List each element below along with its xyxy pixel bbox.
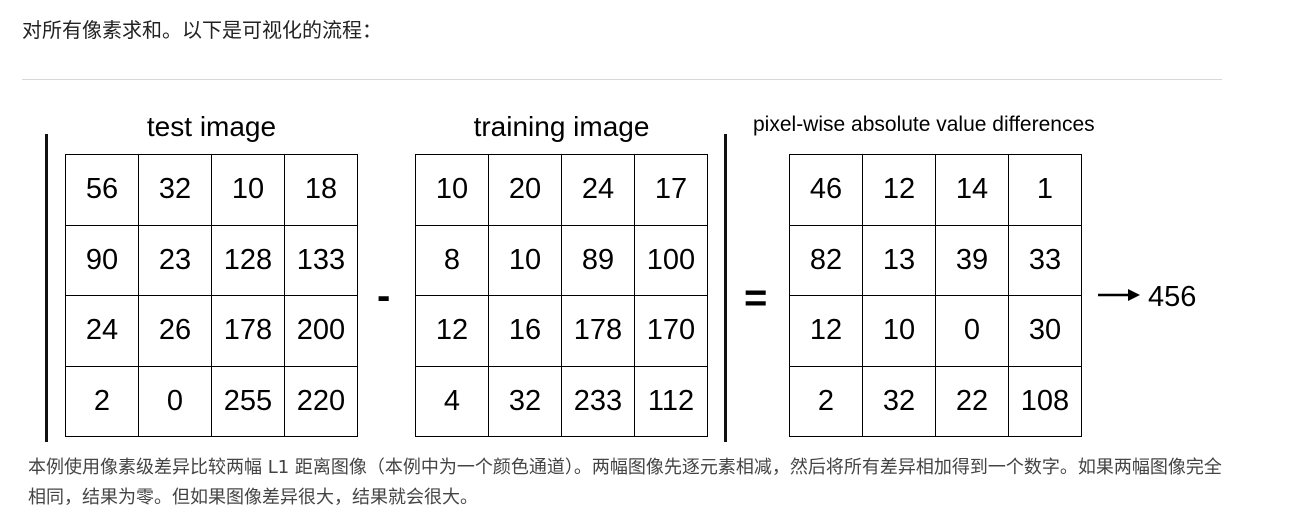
grid-cell: 178 bbox=[212, 296, 285, 367]
grid-cell: 2 bbox=[66, 366, 139, 437]
grid-cell: 12 bbox=[863, 155, 936, 226]
grid-cell: 23 bbox=[139, 225, 212, 296]
test-image-grid: 56 32 10 18 90 23 128 133 24 26 178 200 … bbox=[65, 154, 358, 437]
grid-cell: 220 bbox=[285, 366, 358, 437]
grid-cell: 108 bbox=[1009, 366, 1082, 437]
left-absolute-bar bbox=[45, 134, 48, 442]
grid-cell: 0 bbox=[139, 366, 212, 437]
grid-cell: 10 bbox=[416, 155, 489, 226]
right-arrow-icon bbox=[1098, 289, 1140, 301]
grid-cell: 32 bbox=[489, 366, 562, 437]
grid-cell: 233 bbox=[562, 366, 635, 437]
differences-grid: 46 12 14 1 82 13 39 33 12 10 0 30 2 32 2… bbox=[789, 154, 1082, 437]
grid-cell: 0 bbox=[936, 296, 1009, 367]
grid-cell: 24 bbox=[66, 296, 139, 367]
grid-cell: 46 bbox=[790, 155, 863, 226]
grid-cell: 170 bbox=[635, 296, 708, 367]
grid-cell: 1 bbox=[1009, 155, 1082, 226]
grid-cell: 133 bbox=[285, 225, 358, 296]
grid-cell: 12 bbox=[416, 296, 489, 367]
grid-cell: 14 bbox=[936, 155, 1009, 226]
grid-cell: 10 bbox=[212, 155, 285, 226]
grid-cell: 82 bbox=[790, 225, 863, 296]
horizontal-divider bbox=[22, 79, 1222, 80]
training-image-title: training image bbox=[473, 111, 650, 142]
grid-cell: 32 bbox=[863, 366, 936, 437]
grid-cell: 24 bbox=[562, 155, 635, 226]
grid-cell: 18 bbox=[285, 155, 358, 226]
grid-cell: 22 bbox=[936, 366, 1009, 437]
grid-cell: 255 bbox=[212, 366, 285, 437]
grid-cell: 12 bbox=[790, 296, 863, 367]
grid-cell: 128 bbox=[212, 225, 285, 296]
grid-cell: 39 bbox=[936, 225, 1009, 296]
test-image-title: test image bbox=[146, 111, 277, 142]
grid-cell: 13 bbox=[863, 225, 936, 296]
grid-cell: 33 bbox=[1009, 225, 1082, 296]
grid-cell: 200 bbox=[285, 296, 358, 367]
equals-operator: = bbox=[744, 276, 768, 320]
grid-cell: 8 bbox=[416, 225, 489, 296]
grid-cell: 89 bbox=[562, 225, 635, 296]
grid-cell: 112 bbox=[635, 366, 708, 437]
differences-title: pixel-wise absolute value differences bbox=[753, 113, 1095, 136]
grid-cell: 26 bbox=[139, 296, 212, 367]
grid-cell: 2 bbox=[790, 366, 863, 437]
grid-cell: 10 bbox=[489, 225, 562, 296]
grid-cell: 20 bbox=[489, 155, 562, 226]
intro-paragraph: 对所有像素求和。以下是可视化的流程： bbox=[22, 18, 382, 42]
training-image-grid: 10 20 24 17 8 10 89 100 12 16 178 170 4 … bbox=[415, 154, 708, 437]
grid-cell: 16 bbox=[489, 296, 562, 367]
grid-cell: 100 bbox=[635, 225, 708, 296]
grid-cell: 10 bbox=[863, 296, 936, 367]
right-absolute-bar bbox=[724, 134, 727, 442]
minus-operator: - bbox=[377, 274, 391, 318]
grid-cell: 17 bbox=[635, 155, 708, 226]
sum-result: 456 bbox=[1148, 281, 1197, 313]
figure-caption: 本例使用像素级差异比较两幅 L1 距离图像（本例中为一个颜色通道）。两幅图像先逐… bbox=[28, 457, 1222, 508]
grid-cell: 178 bbox=[562, 296, 635, 367]
grid-cell: 30 bbox=[1009, 296, 1082, 367]
grid-cell: 32 bbox=[139, 155, 212, 226]
grid-cell: 4 bbox=[416, 366, 489, 437]
grid-cell: 56 bbox=[66, 155, 139, 226]
grid-cell: 90 bbox=[66, 225, 139, 296]
